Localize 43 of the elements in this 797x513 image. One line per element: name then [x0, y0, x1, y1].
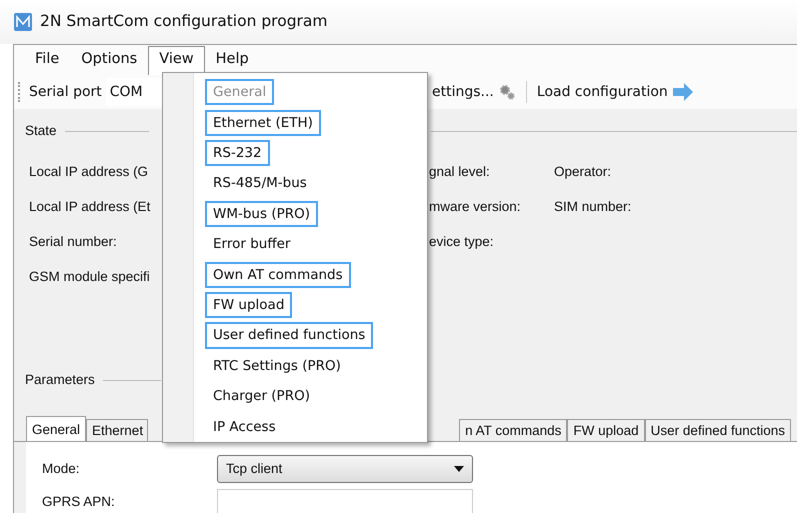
field-label: evice type:: [429, 234, 494, 249]
menu-item[interactable]: RS-485/M-bus: [205, 170, 315, 197]
tab[interactable]: Ethernet: [86, 419, 148, 442]
input-field[interactable]: [217, 488, 473, 513]
right-arrow-icon: [672, 83, 694, 101]
field-label: mware version:: [429, 199, 521, 214]
field-label: gnal level:: [429, 164, 490, 180]
group-title: Parameters: [25, 371, 95, 389]
menu-item[interactable]: User defined functions: [205, 322, 374, 349]
field-label: Local IP address (G: [29, 164, 148, 180]
menu-item[interactable]: Help: [204, 46, 260, 75]
menu-item[interactable]: File: [24, 46, 70, 75]
tab[interactable]: n AT commands: [459, 419, 568, 442]
menu-item[interactable]: RTC Settings (PRO): [205, 352, 349, 380]
load-configuration-button[interactable]: Load configuration: [534, 82, 696, 102]
menu-item[interactable]: FW upload: [205, 292, 292, 318]
field-label: Serial port: [29, 82, 102, 102]
menu-item[interactable]: Charger (PRO): [205, 383, 318, 410]
menu-item[interactable]: IP Access: [205, 414, 284, 440]
app-logo-icon: [14, 13, 32, 31]
group-title: State: [25, 122, 57, 140]
tab[interactable]: General: [26, 416, 86, 442]
menu-item[interactable]: View: [148, 46, 205, 75]
window-title: 2N SmartCom configuration program: [40, 11, 328, 32]
gears-icon: [498, 84, 516, 100]
tab[interactable]: User defined functions: [644, 419, 791, 442]
field-label: Mode:: [42, 460, 81, 478]
settings-button[interactable]: ettings...: [430, 82, 518, 102]
field-label: SIM number:: [554, 199, 632, 214]
dropdown-arrow-icon: [454, 466, 464, 472]
menu-item[interactable]: Error buffer: [205, 231, 298, 258]
mode-dropdown[interactable]: Tcp client: [217, 454, 473, 483]
field-label: Operator:: [554, 164, 612, 180]
field-label: GSM module specifi: [29, 268, 150, 284]
menu-item[interactable]: RS-232: [205, 140, 270, 166]
field-label: Local IP address (Et: [29, 199, 150, 214]
menu-item[interactable]: Ethernet (ETH): [205, 110, 321, 136]
menu-item[interactable]: WM-bus (PRO): [205, 200, 318, 228]
menu-item[interactable]: Own AT commands: [205, 262, 351, 288]
menu-item[interactable]: Options: [70, 46, 148, 75]
field-label: GPRS APN:: [42, 492, 116, 511]
field-label: Serial number:: [29, 234, 117, 249]
tab[interactable]: FW upload: [567, 419, 645, 442]
